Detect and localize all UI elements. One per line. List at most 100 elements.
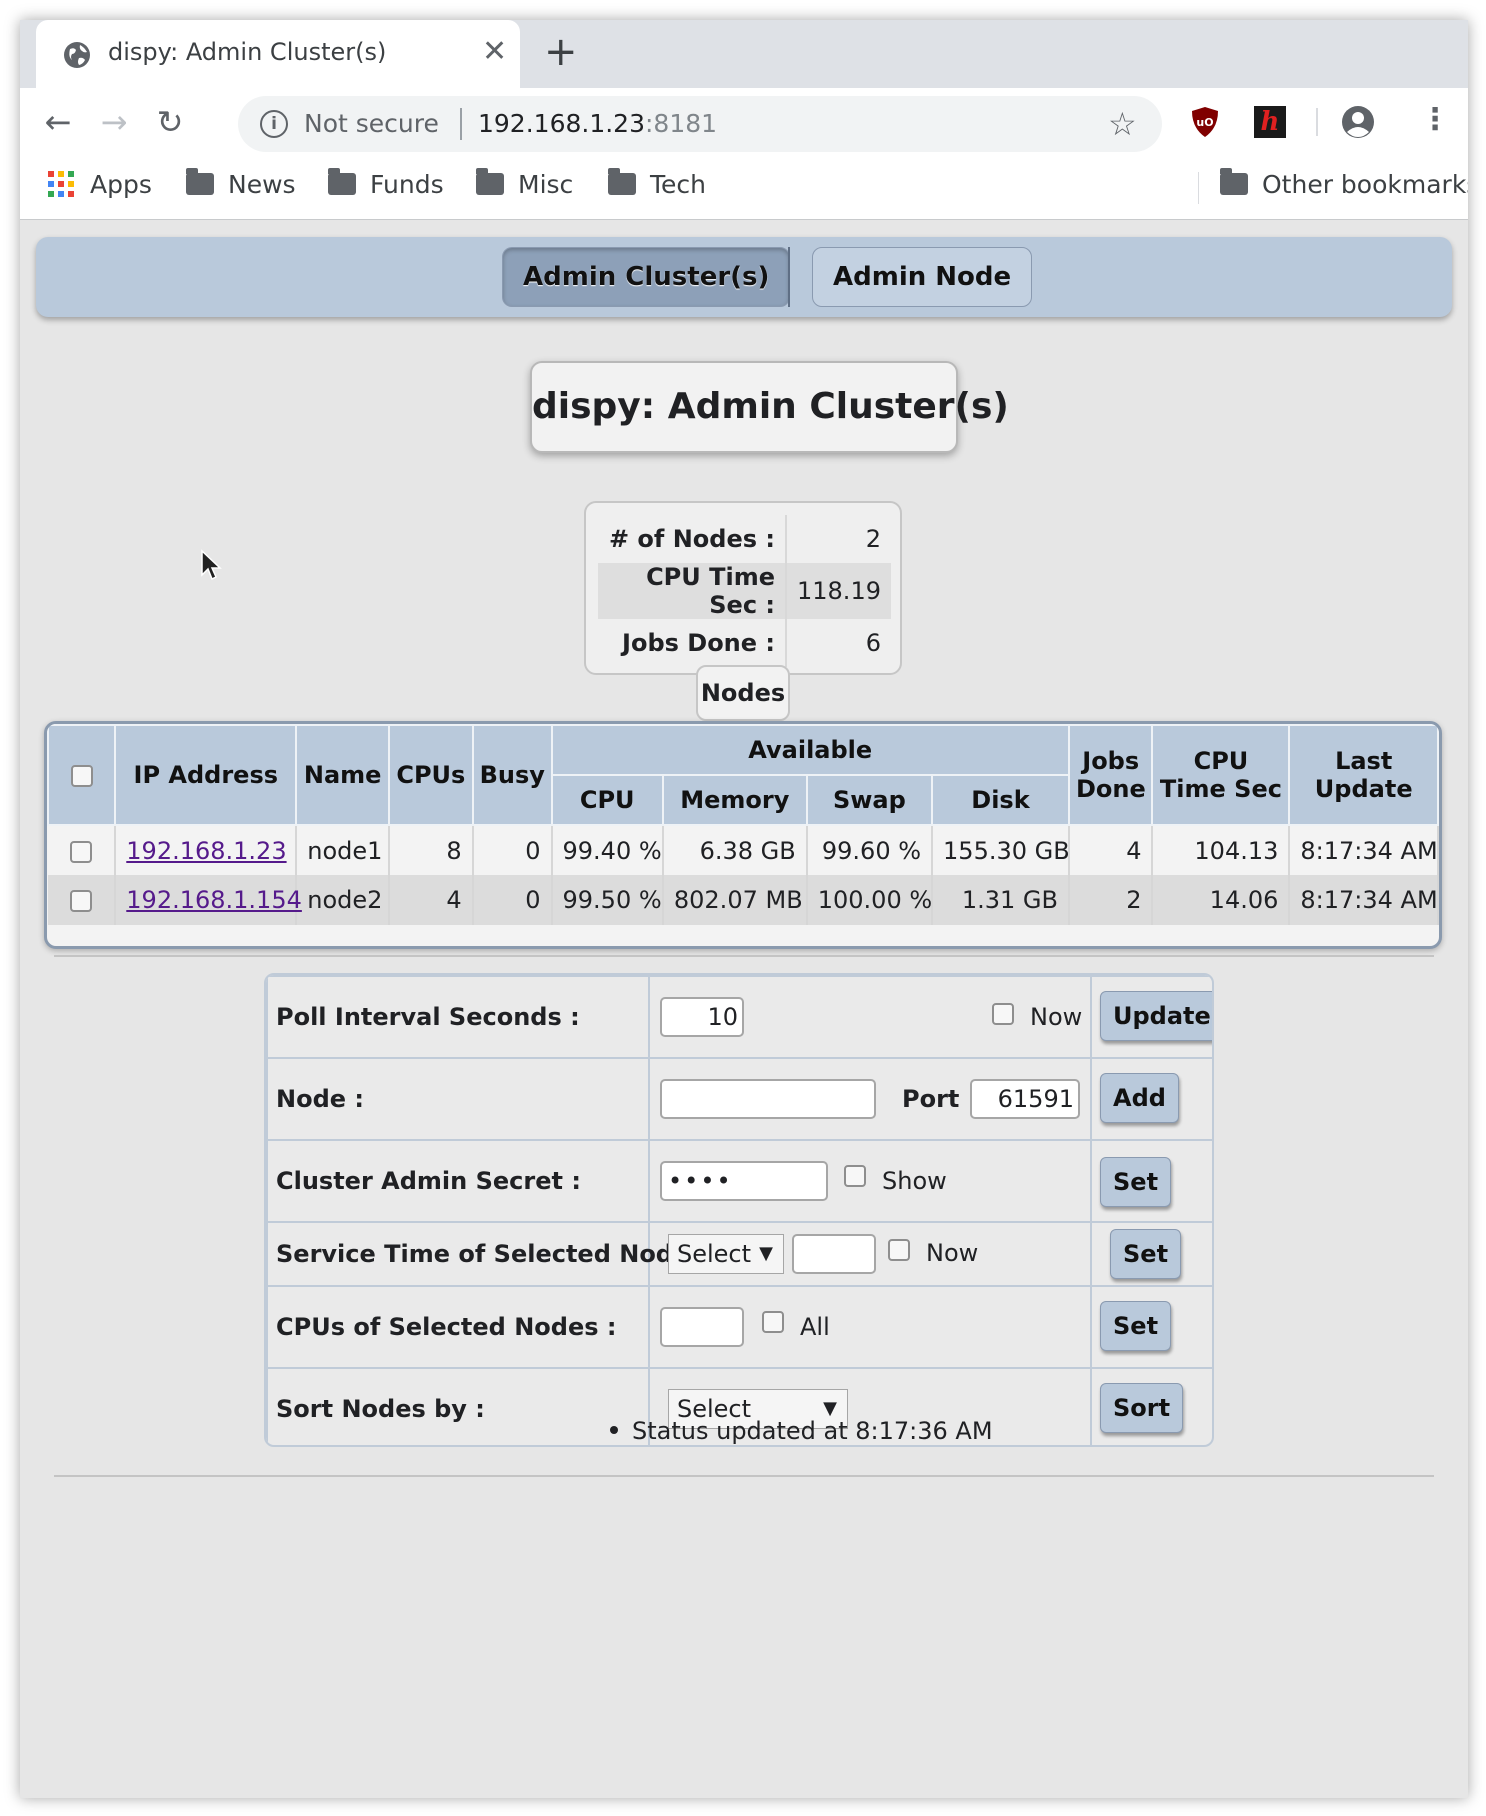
bookmark-misc[interactable]: Misc xyxy=(476,168,573,204)
nav-admin-node-button[interactable]: Admin Node xyxy=(812,247,1033,307)
header-jobs-done[interactable]: Jobs Done xyxy=(1067,724,1154,826)
reload-icon[interactable]: ↻ xyxy=(146,98,194,146)
select-all-checkbox[interactable] xyxy=(70,765,93,787)
jobs-done-cell: 2 xyxy=(1068,875,1154,925)
cpu-time-cell: 104.13 xyxy=(1152,825,1291,875)
cluster-summary: # of Nodes : 2 CPU Time Sec : 118.19 Job… xyxy=(584,501,902,675)
sort-button[interactable]: Sort xyxy=(1100,1383,1184,1433)
page-content: Admin Cluster(s) Admin Node dispy: Admin… xyxy=(20,221,1468,1798)
port-label: Port : xyxy=(902,1085,978,1113)
last-update-cell: 8:17:34 AM xyxy=(1289,875,1439,925)
folder-icon xyxy=(328,168,356,195)
controls-table: Poll Interval Seconds : 10 Now Update No… xyxy=(266,975,1212,1445)
bookmarks-bar: Apps News Funds Misc Tech Other bookmark… xyxy=(20,156,1468,220)
ip-cell: 192.168.1.154 xyxy=(115,875,302,925)
add-node-button[interactable]: Add xyxy=(1100,1073,1179,1123)
controls-panel: Poll Interval Seconds : 10 Now Update No… xyxy=(264,973,1214,1447)
bullet-icon xyxy=(610,1426,618,1434)
bookmark-funds[interactable]: Funds xyxy=(328,168,444,204)
cpus-input[interactable] xyxy=(660,1307,744,1347)
bookmark-label: News xyxy=(228,170,296,199)
hypothesis-extension-icon[interactable]: h xyxy=(1254,106,1286,138)
cpu-cell: 99.50 % xyxy=(551,875,664,925)
control-row-cpus: CPUs of Selected Nodes : All Set xyxy=(266,1285,1212,1369)
row-select-cell xyxy=(48,875,117,925)
show-secret-label: Show xyxy=(882,1167,947,1195)
sort-label: Sort Nodes by : xyxy=(266,1367,650,1445)
poll-now-checkbox[interactable] xyxy=(992,1003,1014,1025)
menu-kebab-icon[interactable]: ⋮ xyxy=(1420,100,1450,140)
forward-icon[interactable]: → xyxy=(90,98,138,146)
header-name[interactable]: Name xyxy=(295,724,391,826)
cpu-time-cell: 14.06 xyxy=(1152,875,1291,925)
bookmark-news[interactable]: News xyxy=(186,168,296,204)
bookmarks-divider xyxy=(1198,172,1199,204)
poll-interval-input[interactable]: 10 xyxy=(660,997,744,1037)
folder-icon xyxy=(186,168,214,195)
back-icon[interactable]: ← xyxy=(34,98,82,146)
header-memory[interactable]: Memory xyxy=(661,774,808,826)
node-input-cell: Port : 61591 xyxy=(648,1057,1092,1141)
toolbar-divider xyxy=(1316,108,1318,136)
swap-cell: 99.60 % xyxy=(806,825,934,875)
row-select-checkbox[interactable] xyxy=(70,890,93,912)
cpus-label: CPUs of Selected Nodes : xyxy=(266,1285,650,1369)
header-cpu-time[interactable]: CPU Time Sec xyxy=(1151,724,1291,826)
set-cpus-button[interactable]: Set xyxy=(1100,1301,1172,1351)
ip-cell: 192.168.1.23 xyxy=(115,825,298,875)
mouse-cursor-icon xyxy=(201,549,222,581)
update-button[interactable]: Update xyxy=(1100,991,1212,1041)
header-last-update[interactable]: Last Update xyxy=(1288,724,1439,826)
port-input[interactable]: 61591 xyxy=(970,1079,1080,1119)
set-secret-button[interactable]: Set xyxy=(1100,1157,1172,1207)
control-row-service-time: Service Time of Selected Nodes : Select ▼… xyxy=(266,1221,1212,1287)
url-text[interactable]: 192.168.1.23:8181 xyxy=(478,109,717,138)
status-text: Status updated at 8:17:36 AM xyxy=(632,1417,993,1445)
bookmark-tech[interactable]: Tech xyxy=(608,168,706,204)
folder-icon xyxy=(1220,168,1248,195)
header-ip-address[interactable]: IP Address xyxy=(114,724,298,826)
divider xyxy=(54,1475,1434,1477)
service-time-input[interactable] xyxy=(792,1234,876,1274)
row-select-checkbox[interactable] xyxy=(70,840,93,863)
folder-icon xyxy=(476,168,504,195)
summary-label-cpu-time: CPU Time Sec : xyxy=(598,563,787,619)
summary-label-jobs-done: Jobs Done : xyxy=(598,619,787,667)
service-time-select[interactable]: Select ▼ xyxy=(668,1234,784,1274)
ublock-extension-icon[interactable]: uO xyxy=(1190,106,1220,138)
table-row: 192.168.1.154 node2 4 0 99.50 % 802.07 M… xyxy=(48,875,1439,925)
profile-avatar-icon[interactable] xyxy=(1340,104,1376,140)
control-row-node: Node : Port : 61591 Add xyxy=(266,1057,1212,1141)
show-secret-checkbox[interactable] xyxy=(844,1165,866,1187)
summary-row: # of Nodes : 2 xyxy=(598,515,891,563)
bookmark-other[interactable]: Other bookmarks xyxy=(1220,168,1468,204)
info-icon[interactable]: i xyxy=(260,110,288,138)
browser-tab-active[interactable]: dispy: Admin Cluster(s) ✕ xyxy=(36,20,520,88)
header-swap[interactable]: Swap xyxy=(805,774,934,826)
secret-input[interactable]: •••• xyxy=(660,1161,828,1201)
globe-icon xyxy=(64,42,90,68)
set-service-time-button[interactable]: Set xyxy=(1110,1229,1182,1279)
node-ip-link[interactable]: 192.168.1.154 xyxy=(126,886,302,914)
close-tab-icon[interactable]: ✕ xyxy=(482,34,507,70)
name-cell: node2 xyxy=(296,875,391,925)
header-disk[interactable]: Disk xyxy=(931,774,1070,826)
header-cpu[interactable]: CPU xyxy=(550,774,664,826)
address-bar[interactable]: i Not secure 192.168.1.23:8181 ☆ xyxy=(238,96,1162,152)
nav-admin-clusters-button[interactable]: Admin Cluster(s) xyxy=(502,247,791,307)
cpu-cell: 99.40 % xyxy=(551,825,664,875)
service-now-label: Now xyxy=(926,1239,979,1267)
new-tab-icon[interactable]: + xyxy=(544,30,578,74)
sort-action-cell: Sort xyxy=(1090,1367,1212,1445)
folder-icon xyxy=(608,168,636,195)
bookmark-star-icon[interactable]: ☆ xyxy=(1108,104,1137,144)
all-cpus-checkbox[interactable] xyxy=(762,1311,784,1333)
node-input[interactable] xyxy=(660,1079,876,1119)
bookmark-apps[interactable]: Apps xyxy=(48,170,152,204)
node-ip-link[interactable]: 192.168.1.23 xyxy=(126,837,286,865)
header-cpus[interactable]: CPUs xyxy=(388,724,474,826)
service-now-checkbox[interactable] xyxy=(888,1239,910,1261)
node-action-cell: Add xyxy=(1090,1057,1212,1141)
cpus-action-cell: Set xyxy=(1090,1285,1212,1369)
header-busy[interactable]: Busy xyxy=(471,724,553,826)
